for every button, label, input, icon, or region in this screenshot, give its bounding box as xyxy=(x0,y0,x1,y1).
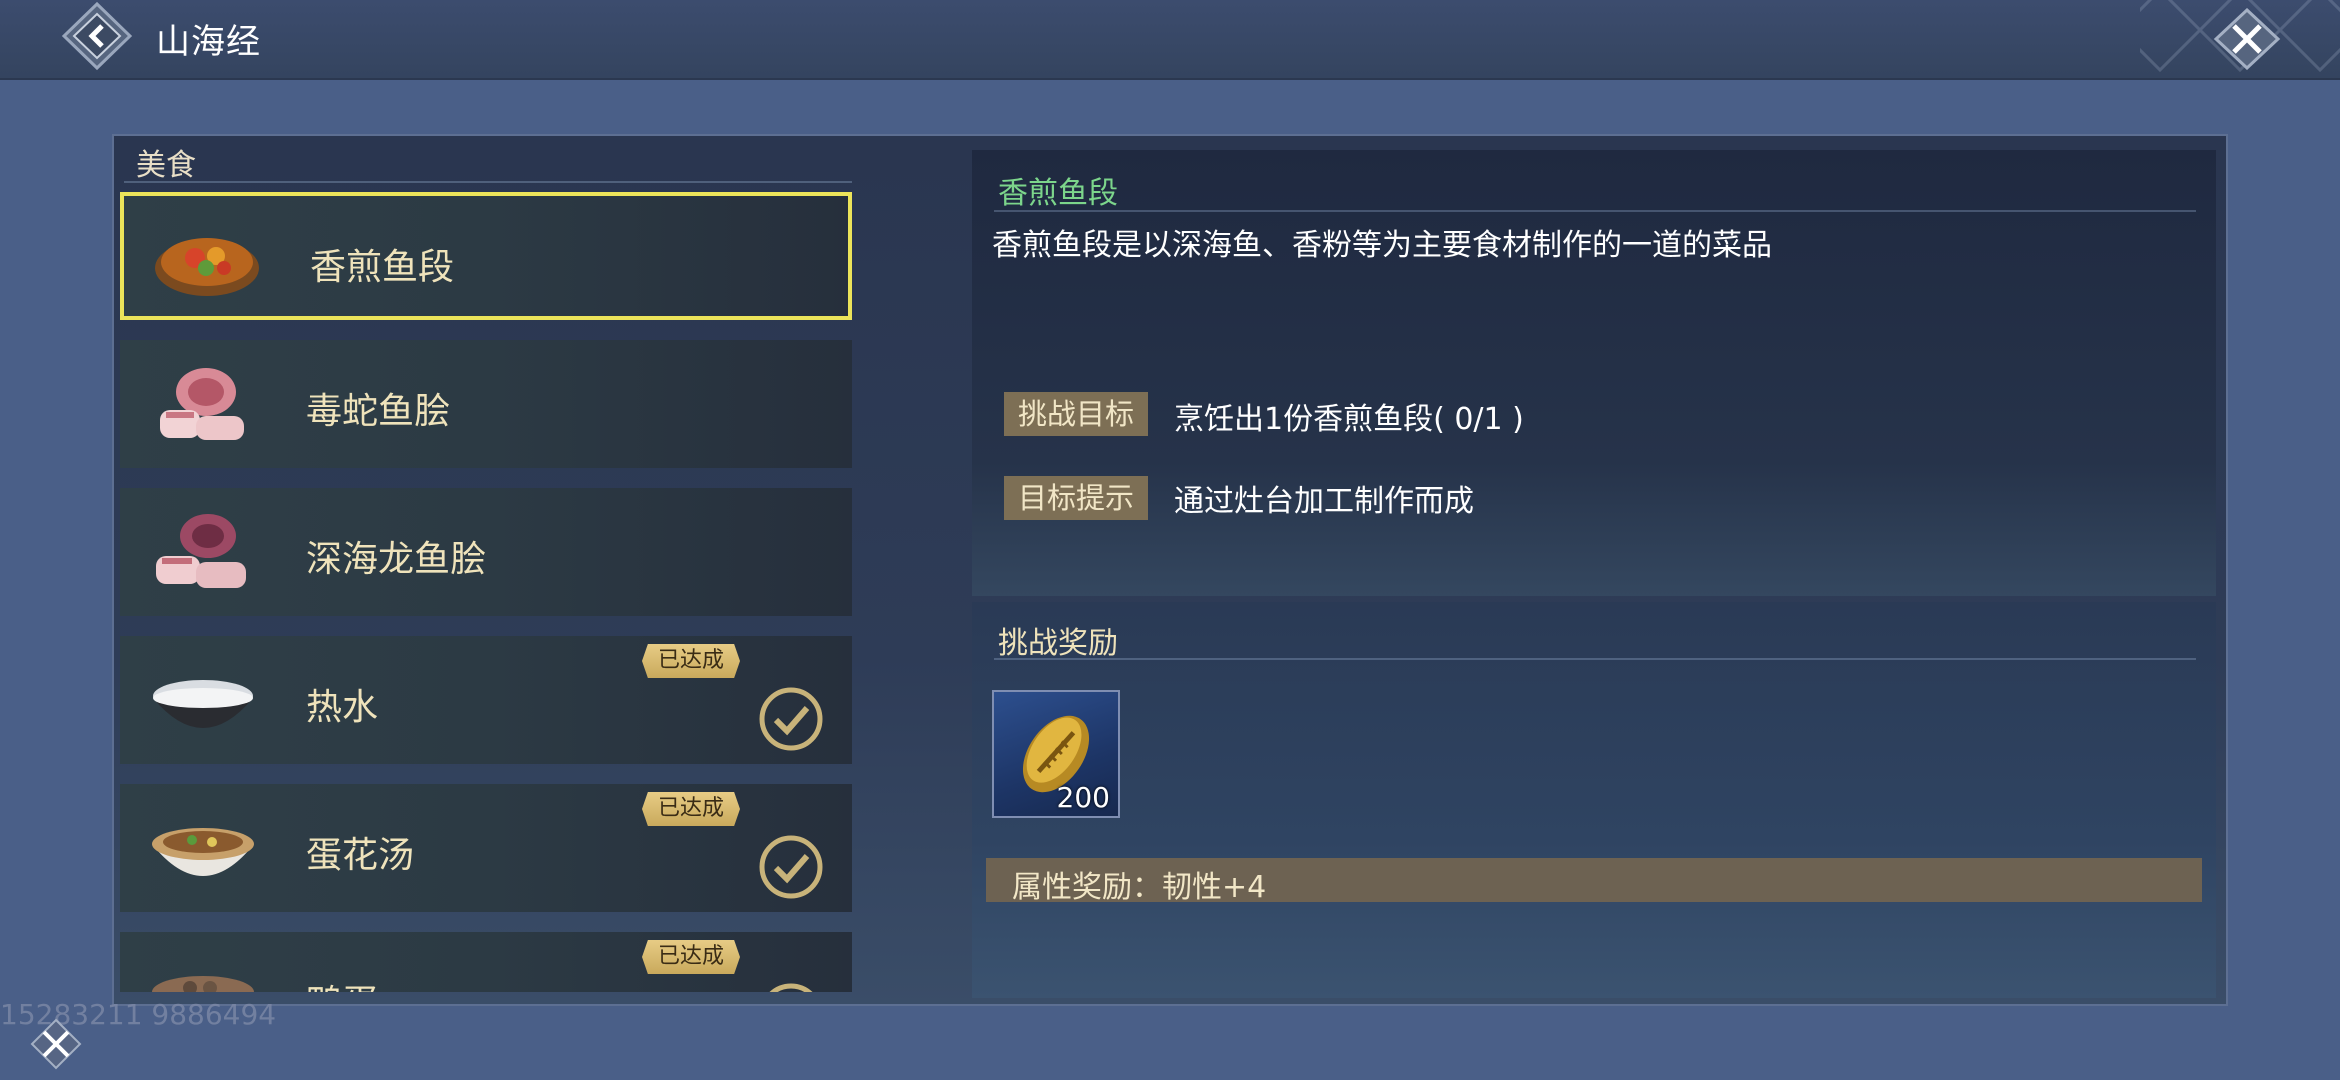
divider xyxy=(994,210,2196,212)
dish-name: 热水 xyxy=(306,687,379,728)
crossed-swords-icon[interactable] xyxy=(30,1018,82,1070)
dish-list[interactable]: 香煎鱼段 毒蛇鱼脍 深海龙鱼脍 热水 已达成 蛋花汤 已达成 已达成 xyxy=(120,192,854,992)
divider xyxy=(994,658,2196,660)
completed-badge: 已达成 xyxy=(642,792,740,826)
reward-title: 挑战奖励 xyxy=(998,626,1118,661)
reward-item-slot[interactable]: 200 xyxy=(992,690,1120,818)
challenge-goal-label: 挑战目标 xyxy=(1004,392,1148,436)
detail-description: 香煎鱼段是以深海鱼、香粉等为主要食材制作的一道的菜品 xyxy=(992,228,1772,263)
dish-name: 深海龙鱼脍 xyxy=(306,539,487,580)
checkmark-icon xyxy=(769,983,813,992)
grilled-fish-dish-icon xyxy=(155,238,259,296)
dish-name: 鸭蛋 xyxy=(306,974,378,992)
dish-bowl-icon xyxy=(152,976,254,992)
dish-name: 蛋花汤 xyxy=(306,835,415,876)
attribute-reward-bar: 属性奖励：韧性+4 xyxy=(986,858,2202,905)
sliced-fish-dish-icon xyxy=(156,514,246,588)
detail-panel xyxy=(972,150,2216,596)
detail-title: 香煎鱼段 xyxy=(998,176,1118,211)
dish-item[interactable]: 热水 已达成 xyxy=(120,636,852,764)
close-button[interactable] xyxy=(2212,8,2282,70)
challenge-goal-text: 烹饪出1份香煎鱼段( 0/1 ) xyxy=(1174,402,1524,437)
soup-bowl-icon xyxy=(152,828,254,876)
dish-item-selected[interactable]: 香煎鱼段 xyxy=(120,192,852,320)
checkmark-icon xyxy=(759,687,823,751)
goal-hint-text: 通过灶台加工制作而成 xyxy=(1174,484,1474,519)
dish-item[interactable]: 鸭蛋 已达成 xyxy=(120,932,852,992)
dish-item[interactable]: 毒蛇鱼脍 xyxy=(120,340,852,468)
dish-item[interactable]: 蛋花汤 已达成 xyxy=(120,784,852,912)
dish-item[interactable]: 深海龙鱼脍 xyxy=(120,488,852,616)
reward-count: 200 xyxy=(1056,781,1110,814)
dish-name: 香煎鱼段 xyxy=(310,247,455,288)
dish-name: 毒蛇鱼脍 xyxy=(306,391,451,432)
top-bar: 山海经 xyxy=(0,0,2340,80)
category-title: 美食 xyxy=(136,148,196,183)
goal-hint-label: 目标提示 xyxy=(1004,476,1148,520)
completed-badge: 已达成 xyxy=(642,940,740,974)
reward-panel xyxy=(972,602,2216,998)
sliced-fish-dish-icon xyxy=(160,368,244,440)
page-title: 山海经 xyxy=(156,22,261,62)
checkmark-icon xyxy=(759,835,823,899)
attribute-reward-text: 属性奖励：韧性+4 xyxy=(1012,870,1267,905)
completed-badge: 已达成 xyxy=(642,644,740,678)
divider xyxy=(124,181,852,183)
back-button[interactable] xyxy=(58,0,136,72)
rice-bowl-icon xyxy=(153,680,253,728)
